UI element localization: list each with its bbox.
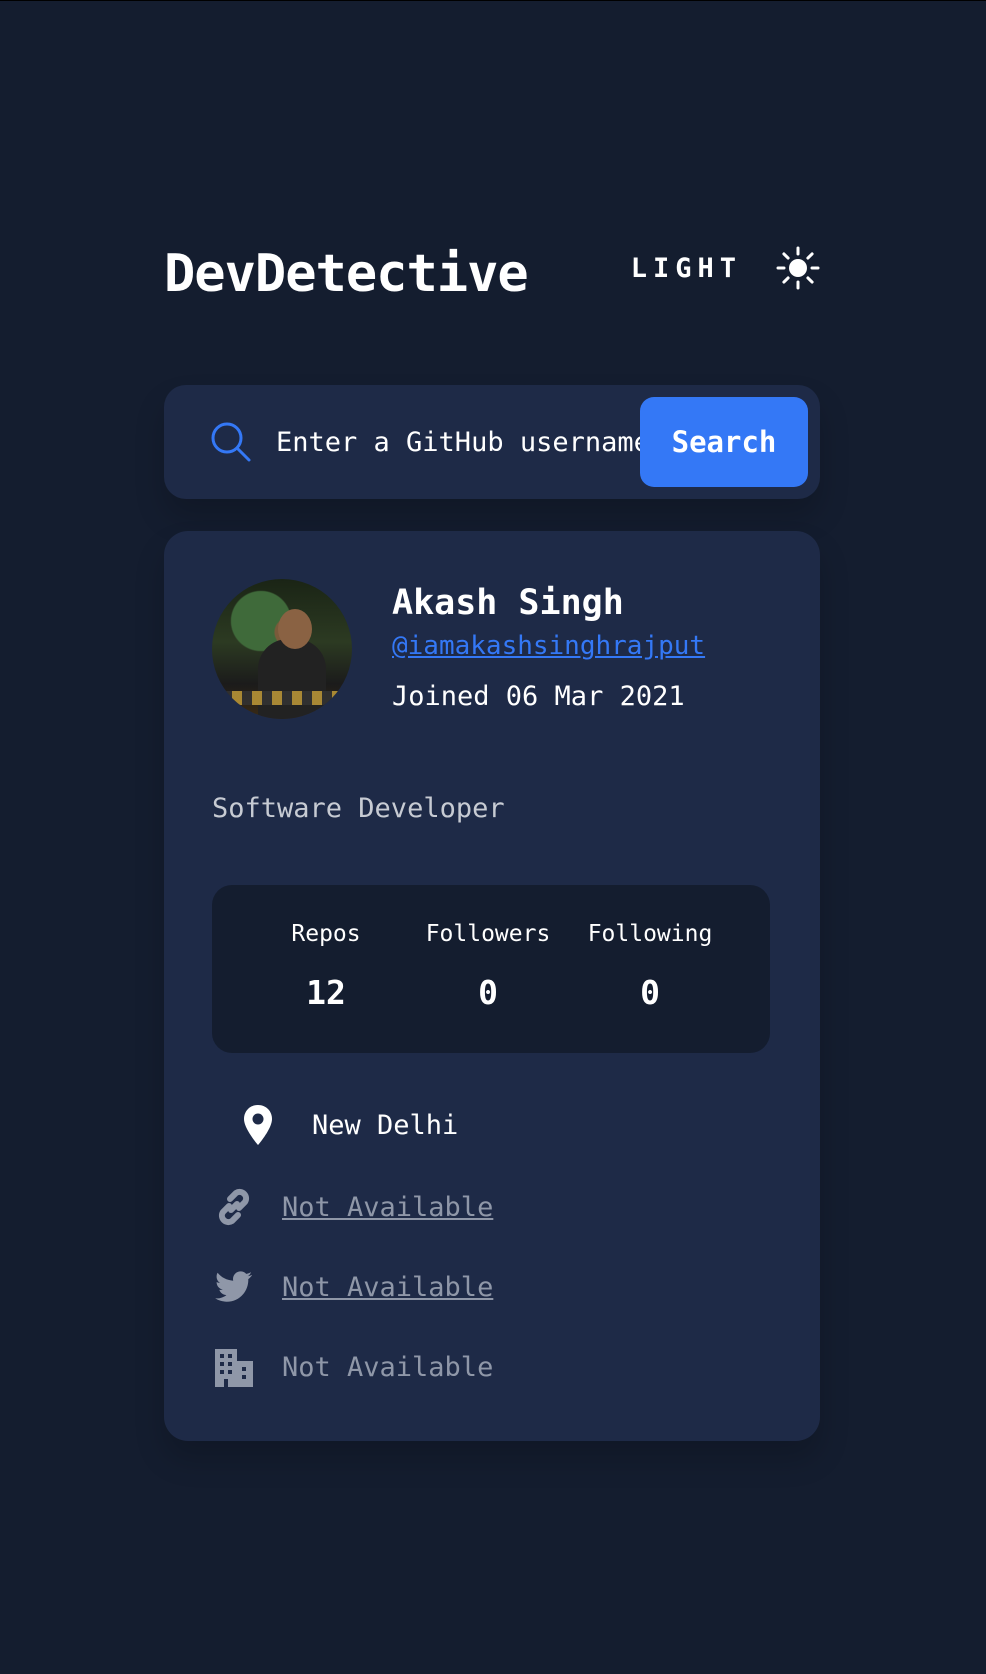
stat-repos: Repos 12 [246,921,406,1012]
avatar [212,579,352,719]
avatar-background-lights [212,691,352,705]
stat-value: 12 [306,973,346,1012]
location-pin-icon [244,1105,272,1145]
twitter-link[interactable]: Not Available [282,1272,493,1303]
info-twitter: Not Available [212,1261,493,1313]
info-company: Not Available [212,1341,493,1393]
stat-label: Following [587,921,713,947]
location-text: New Delhi [312,1109,459,1141]
search-bar: Search [164,385,820,499]
app-title: DevDetective [164,244,529,304]
profile-card: Akash Singh @iamakashsinghrajput Joined … [164,531,820,1441]
avatar-figure-body [258,639,326,719]
joined-date: Joined 06 Mar 2021 [392,681,685,712]
stat-value: 0 [640,973,660,1012]
user-handle-link[interactable]: @iamakashsinghrajput [392,631,705,661]
company-text: Not Available [282,1351,494,1383]
app-header: DevDetective LIGHT [164,244,820,310]
stat-label: Followers [425,921,551,947]
search-button[interactable]: Search [640,397,808,487]
info-website: Not Available [212,1181,493,1233]
twitter-icon [215,1271,252,1302]
user-bio: Software Developer [212,793,505,824]
stat-label: Repos [291,921,361,947]
info-location: New Delhi [212,1099,458,1151]
avatar-figure-head [278,609,312,649]
website-link[interactable]: Not Available [282,1192,493,1223]
theme-toggle[interactable]: LIGHT [631,240,820,296]
search-icon [211,422,251,462]
theme-toggle-label: LIGHT [630,252,742,284]
stat-following: Following 0 [570,921,730,1012]
stat-value: 0 [478,973,498,1012]
sun-icon [776,246,820,290]
building-icon [215,1349,253,1387]
user-name: Akash Singh [392,583,624,623]
stats-panel: Repos 12 Followers 0 Following 0 [212,885,770,1053]
stat-followers: Followers 0 [408,921,568,1012]
link-icon [218,1188,250,1226]
top-border [0,0,986,1]
